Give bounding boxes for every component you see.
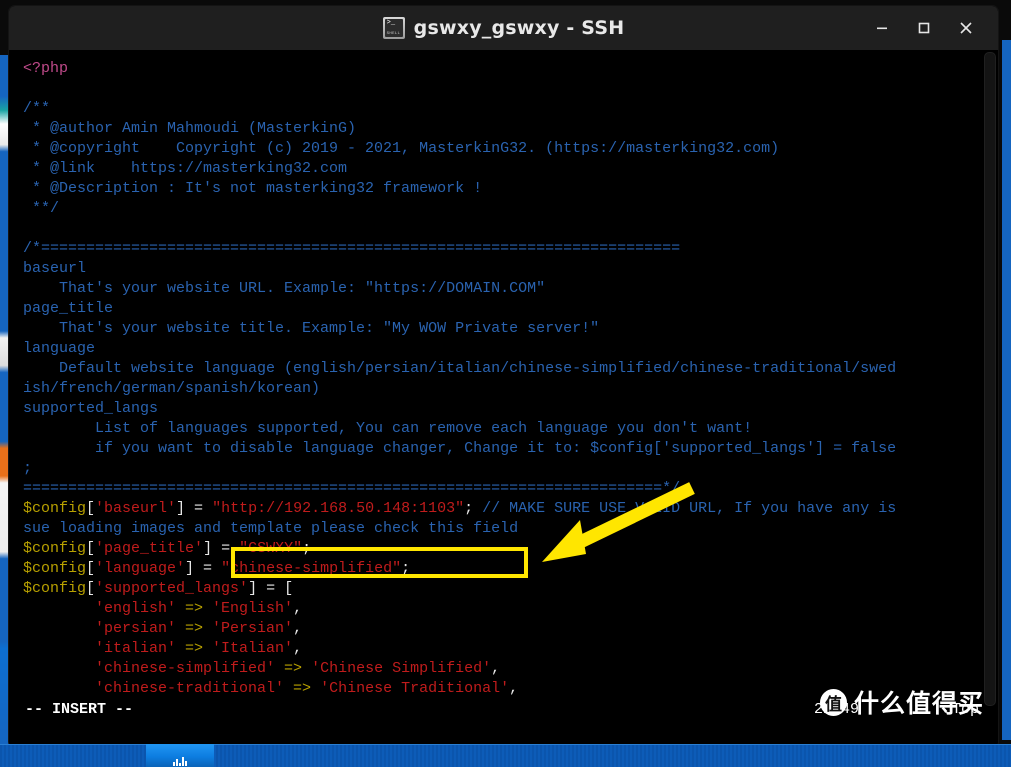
code-segment: , <box>509 680 519 697</box>
close-icon <box>960 22 972 34</box>
window-controls <box>864 6 998 50</box>
shell-icon-prompt: >_ <box>386 19 396 27</box>
code-segment: 'English' <box>212 600 294 617</box>
maximize-icon <box>918 22 930 34</box>
code-segment: sue loading images and template please c… <box>23 520 519 537</box>
code-segment: [ <box>86 560 96 577</box>
desktop-taskbar[interactable] <box>0 744 1011 767</box>
code-segment: 'supported_langs' <box>95 580 249 597</box>
taskbar-item-active[interactable] <box>146 744 214 767</box>
code-segment: 'Persian' <box>212 620 294 637</box>
code-segment: That's your website title. Example: "My … <box>23 320 600 337</box>
code-segment: "chinese-simplified" <box>221 560 402 577</box>
code-segment: * @copyright Copyright (c) 2019 - 2021, … <box>23 140 780 157</box>
minimize-icon <box>877 27 887 30</box>
close-button[interactable] <box>948 11 984 45</box>
ssh-terminal-window: >_ SHELL gswxy_gswxy - SSH <?php /** * @… <box>9 6 998 746</box>
code-segment: 'page_title' <box>95 540 204 557</box>
background-window-right-edge[interactable] <box>1002 40 1011 740</box>
watermark: 值 什么值得买 <box>819 684 984 720</box>
code-segment: ] = [ <box>248 580 294 597</box>
code-segment: ish/french/german/spanish/korean) <box>23 380 321 397</box>
taskbar-app-icon <box>173 757 187 766</box>
code-segment: => <box>284 680 321 697</box>
maximize-button[interactable] <box>906 11 942 45</box>
code-segment: ] = <box>176 500 213 517</box>
code-segment: language <box>23 340 96 357</box>
code-segment: 'persian' <box>95 620 177 637</box>
window-titlebar[interactable]: >_ SHELL gswxy_gswxy - SSH <box>9 6 998 50</box>
code-segment: => <box>176 620 213 637</box>
code-segment: List of languages supported, You can rem… <box>23 420 753 437</box>
shell-terminal-icon: >_ SHELL <box>382 17 405 39</box>
terminal-content[interactable]: <?php /** * @author Amin Mahmoudi (Maste… <box>9 50 998 746</box>
code-segment: , <box>293 600 303 617</box>
window-title-group: >_ SHELL gswxy_gswxy - SSH <box>9 6 998 50</box>
code-segment: 'Chinese Traditional' <box>320 680 510 697</box>
code-segment: **/ <box>23 200 60 217</box>
code-segment: ; <box>302 540 312 557</box>
code-segment: ; <box>401 560 411 577</box>
minimize-button[interactable] <box>864 11 900 45</box>
code-segment: 'chinese-simplified' <box>95 660 276 677</box>
code-segment: [ <box>86 540 96 557</box>
code-segment: $config <box>23 540 87 557</box>
code-segment: [ <box>86 580 96 597</box>
code-segment: page_title <box>23 300 114 317</box>
code-segment: ] = <box>203 540 240 557</box>
watermark-badge-icon: 值 <box>819 688 847 716</box>
code-segment: ========================================… <box>23 480 681 497</box>
code-segment: /*======================================… <box>23 240 681 257</box>
code-segment: That's your website URL. Example: "https… <box>23 280 546 297</box>
code-segment: * @Description : It's not masterking32 f… <box>23 180 483 197</box>
terminal-scrollbar[interactable] <box>984 52 996 706</box>
code-segment: Default website language (english/persia… <box>23 360 897 377</box>
code-segment: 'chinese-traditional' <box>95 680 285 697</box>
code-segment: $config <box>23 580 87 597</box>
code-segment: supported_langs <box>23 400 159 417</box>
code-segment: 'baseurl' <box>95 500 177 517</box>
shell-icon-word: SHELL <box>386 32 401 36</box>
code-segment: => <box>176 640 213 657</box>
code-segment: /** <box>23 100 51 117</box>
window-title: gswxy_gswxy - SSH <box>413 17 625 39</box>
code-segment: 'Italian' <box>212 640 294 657</box>
code-segment: => <box>176 600 213 617</box>
code-segment: $config <box>23 500 87 517</box>
code-segment: 'italian' <box>95 640 177 657</box>
code-segment: baseurl <box>23 260 87 277</box>
code-segment: ; <box>464 500 474 517</box>
code-segment: * @author Amin Mahmoudi (MasterkinG) <box>23 120 357 137</box>
code-segment: , <box>491 660 501 677</box>
code-segment: ] = <box>185 560 222 577</box>
code-segment: , <box>293 620 303 637</box>
desktop-background: >_ SHELL gswxy_gswxy - SSH <?php /** * @… <box>0 0 1011 767</box>
watermark-text: 什么值得买 <box>853 689 984 718</box>
code-segment: 'language' <box>95 560 186 577</box>
code-segment: if you want to disable language changer,… <box>23 440 897 457</box>
code-segment: , <box>293 640 303 657</box>
code-segment: [ <box>86 500 96 517</box>
code-segment: "GSWXY" <box>239 540 303 557</box>
vim-text-buffer[interactable]: <?php /** * @author Amin Mahmoudi (Maste… <box>9 54 998 699</box>
code-segment: ; <box>23 460 33 477</box>
code-segment: 'english' <box>95 600 177 617</box>
vim-mode-indicator: -- INSERT -- <box>25 701 134 718</box>
code-segment: 'Chinese Simplified' <box>311 660 492 677</box>
code-segment: // MAKE SURE USE VALID URL, If you have … <box>473 500 897 517</box>
code-segment: <?php <box>23 60 69 77</box>
code-segment: "http://192.168.50.148:1103" <box>212 500 465 517</box>
code-segment: $config <box>23 560 87 577</box>
code-segment: * @link https://masterking32.com <box>23 160 348 177</box>
code-segment: => <box>275 660 312 677</box>
